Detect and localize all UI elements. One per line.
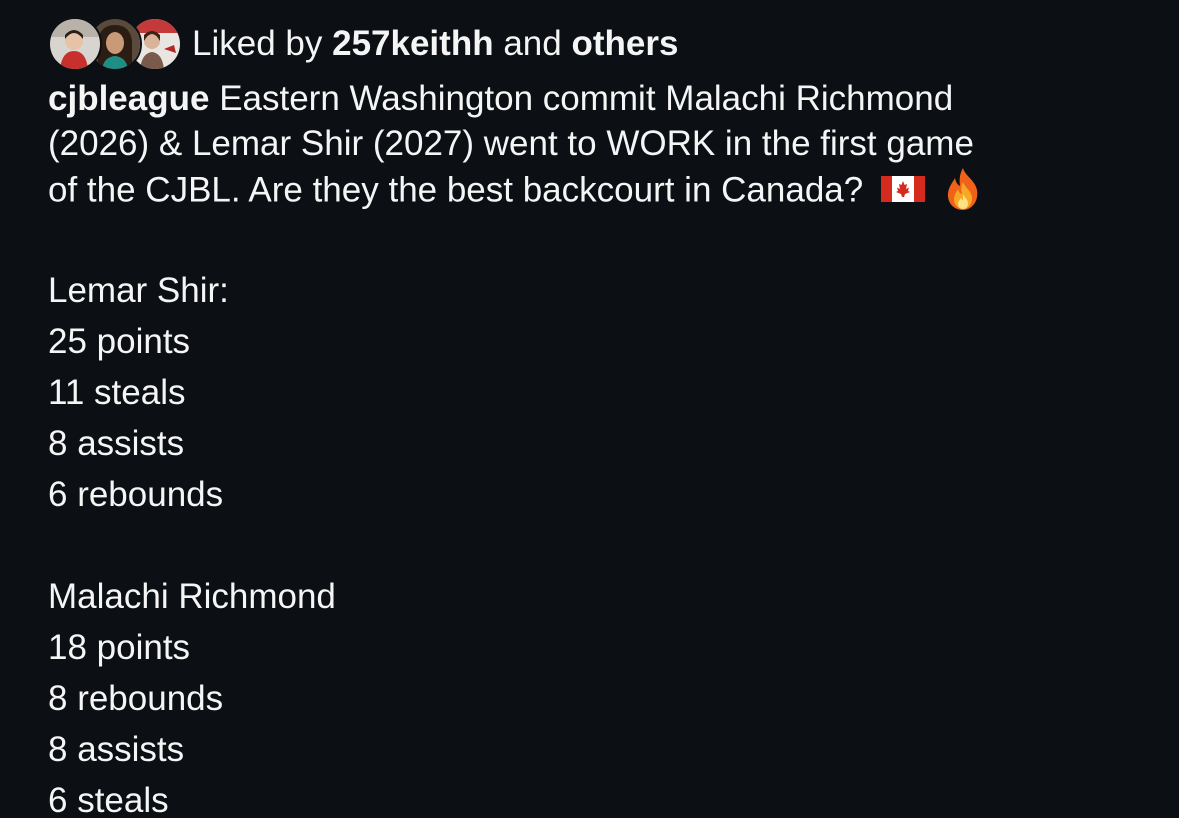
canada-flag-icon — [880, 176, 925, 202]
post-caption: cjbleague Eastern Washington commit Mala… — [48, 76, 1148, 218]
stat-line: 8 assists — [48, 424, 185, 463]
stat-line: 8 rebounds — [48, 679, 224, 718]
caption-line: of the CJBL. Are they the best backcourt… — [48, 170, 864, 210]
avatar[interactable] — [48, 17, 102, 71]
liker-username[interactable]: 257keithh — [332, 24, 493, 63]
caption-line: Eastern Washington commit Malachi Richmo… — [219, 79, 954, 118]
stat-line: 6 rebounds — [48, 475, 224, 514]
liker-avatars[interactable] — [48, 17, 182, 71]
likes-summary[interactable]: Liked by 257keithh and others — [192, 17, 678, 71]
player-block: Malachi Richmond 18 points 8 rebounds 8 … — [48, 571, 336, 818]
caption-line: (2026) & Lemar Shir (2027) went to WORK … — [48, 124, 974, 163]
likes-connector: and — [503, 24, 562, 63]
player-block: Lemar Shir: 25 points 11 steals 8 assist… — [48, 265, 336, 520]
likes-row[interactable]: Liked by 257keithh and others — [48, 17, 678, 71]
player-heading: Lemar Shir: — [48, 271, 229, 310]
stat-line: 6 steals — [48, 781, 169, 818]
likes-prefix: Liked by — [192, 24, 323, 63]
stat-line: 18 points — [48, 628, 191, 667]
caption-username[interactable]: cjbleague — [48, 79, 209, 118]
player-stats: Lemar Shir: 25 points 11 steals 8 assist… — [48, 265, 336, 818]
fire-icon — [943, 166, 983, 212]
stat-line: 25 points — [48, 322, 191, 361]
player-heading: Malachi Richmond — [48, 577, 336, 616]
stat-line: 11 steals — [48, 373, 186, 412]
stat-line: 8 assists — [48, 730, 185, 769]
likes-others-link[interactable]: others — [571, 24, 678, 63]
